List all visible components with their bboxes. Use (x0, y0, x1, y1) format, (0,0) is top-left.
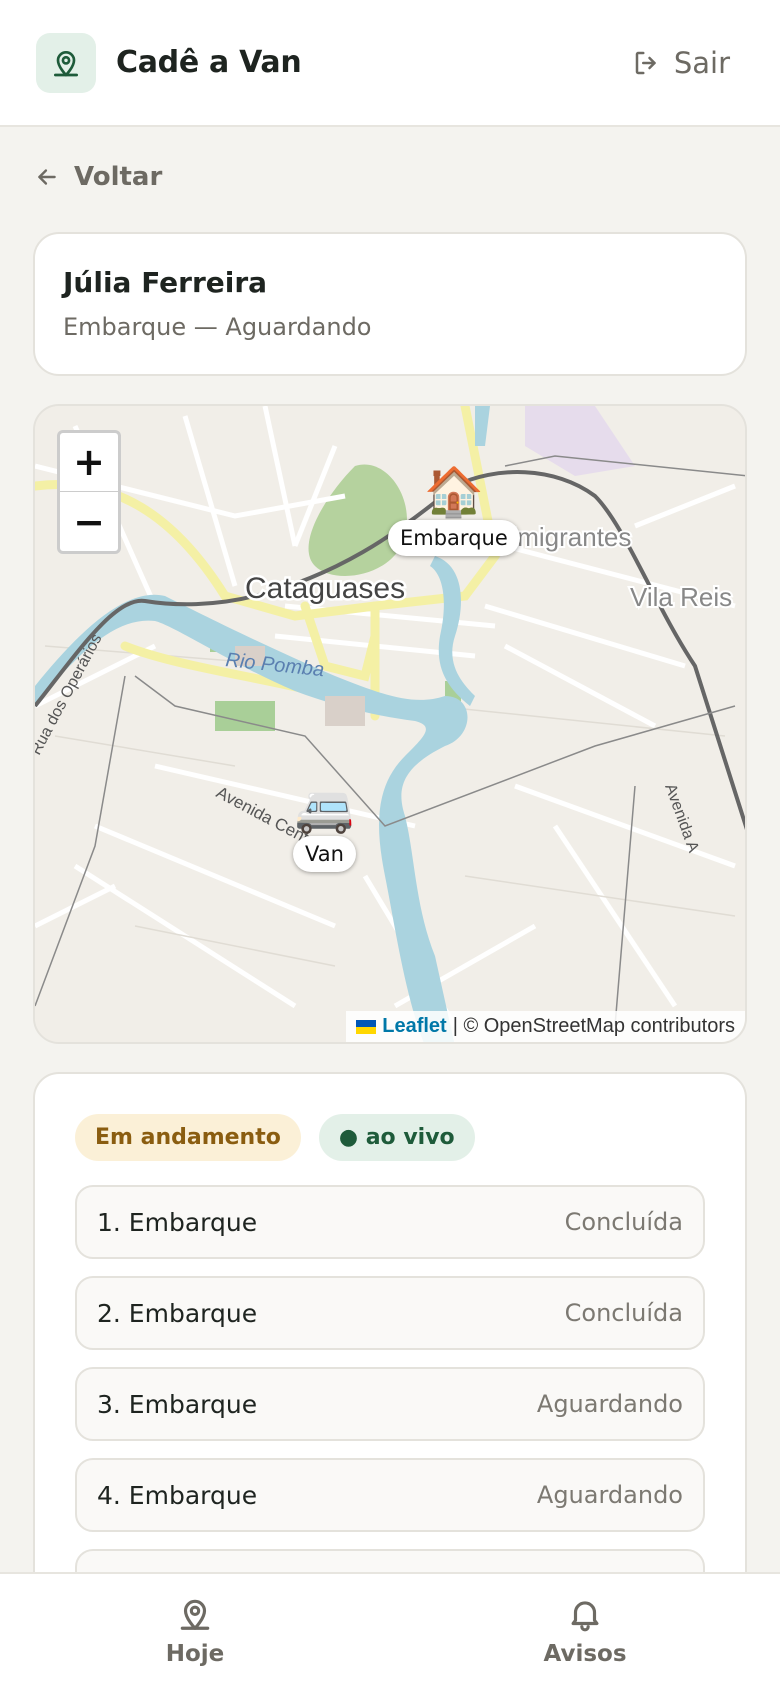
stop-status: Concluída (564, 1208, 683, 1236)
route-map[interactable]: Cataguases Rio Pomba Imigrantes Vila Rei… (33, 404, 747, 1044)
ukraine-flag-icon (356, 1019, 377, 1034)
passenger-status: Embarque — Aguardando (63, 313, 372, 341)
map-pin-icon (180, 1599, 210, 1630)
stop-status: Aguardando (536, 1481, 683, 1509)
pickup-marker[interactable]: 🏠 Embarque (388, 466, 520, 556)
bell-icon (571, 1601, 599, 1632)
status-badges: Em andamento ● ao vivo (75, 1114, 705, 1161)
passenger-name: Júlia Ferreira (63, 266, 268, 299)
passenger-card: Júlia Ferreira Embarque — Aguardando (33, 232, 747, 376)
stop-item: 3. Embarque Aguardando (75, 1367, 705, 1441)
nav-item-today-label: Hoje (165, 1641, 225, 1667)
zoom-out-button[interactable]: − (60, 492, 118, 551)
stop-label: 4. Embarque (97, 1480, 258, 1510)
back-button[interactable]: Voltar (34, 162, 162, 192)
map-label-city: Cataguases (245, 572, 405, 605)
logout-icon (635, 51, 656, 74)
stop-label: 3. Embarque (97, 1389, 258, 1419)
arrow-left-icon (38, 169, 56, 185)
nav-item-notices[interactable]: Avisos (390, 1574, 780, 1688)
pickup-marker-label: Embarque (388, 520, 520, 556)
zoom-in-button[interactable]: + (60, 433, 118, 492)
app-title: Cadê a Van (116, 45, 302, 80)
back-label: Voltar (74, 162, 163, 192)
map-label-neighborhood-1: Imigrantes (510, 522, 631, 552)
map-pin-icon (54, 50, 78, 76)
stop-label: 1. Embarque (97, 1207, 258, 1237)
zoom-control: + − (57, 430, 121, 554)
status-badge-in-progress: Em andamento (75, 1114, 301, 1161)
van-icon: 🚐 (294, 780, 355, 836)
house-icon: 🏠 (423, 464, 484, 520)
leaflet-link[interactable]: Leaflet (382, 1015, 446, 1038)
stop-item: 4. Embarque Aguardando (75, 1458, 705, 1532)
stop-status: Aguardando (536, 1390, 683, 1418)
nav-item-today[interactable]: Hoje (0, 1574, 390, 1688)
stop-label: 2. Embarque (97, 1298, 258, 1328)
stop-item: 2. Embarque Concluída (75, 1276, 705, 1350)
map-label-neighborhood-2: Vila Reis (630, 582, 732, 612)
logout-button[interactable]: Sair (632, 46, 730, 80)
stop-status: Concluída (564, 1299, 683, 1327)
status-badge-live: ● ao vivo (318, 1114, 475, 1161)
logout-label: Sair (673, 45, 730, 80)
nav-item-notices-label: Avisos (543, 1641, 627, 1667)
osm-attribution[interactable]: | © OpenStreetMap contributors (453, 1015, 735, 1038)
van-marker[interactable]: 🚐 Van (293, 782, 356, 872)
app-logo (36, 32, 96, 93)
bottom-navigation: Hoje Avisos (0, 1572, 780, 1688)
van-marker-label: Van (293, 836, 356, 872)
top-bar: Cadê a Van Sair (0, 0, 780, 127)
stop-item: 1. Embarque Concluída (75, 1185, 705, 1259)
map-attribution: Leaflet | © OpenStreetMap contributors (346, 1011, 745, 1042)
